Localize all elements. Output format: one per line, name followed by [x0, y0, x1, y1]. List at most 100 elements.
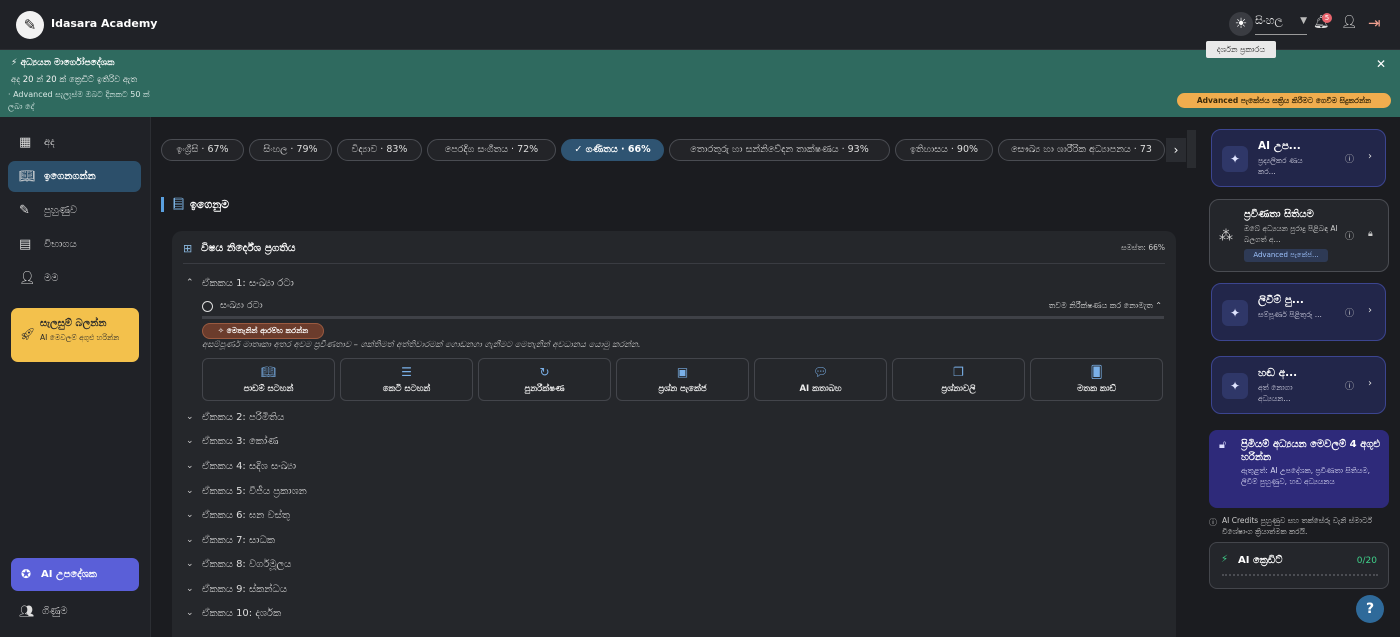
syllabus-progress-panel: ⊞ විෂය නිර්දේශ ප්‍රගතිය සමස්ත: 66% ⌃ ඒකක…	[172, 231, 1176, 637]
resource-ai-chat[interactable]: 💬︎ AI කතාබහ	[754, 358, 887, 401]
chevron-right-icon: ›	[1368, 151, 1372, 162]
sidebar-item-today[interactable]: ▦ අද	[8, 127, 141, 158]
lock-icon: 🔒︎	[1368, 229, 1373, 239]
open-book-icon: 📖︎	[260, 365, 277, 379]
tab-science[interactable]: විද්‍යාව · 83%	[337, 139, 422, 161]
theme-toggle-button[interactable]: ☀	[1229, 12, 1253, 36]
chevron-down-icon: ⌄	[186, 412, 194, 422]
chevron-down-icon: ⌄	[186, 584, 194, 594]
sidebar-item-practice[interactable]: ✎ පුහුණුව	[8, 195, 141, 226]
help-icon[interactable]: ?	[1356, 595, 1384, 623]
subject-tabs: ඉංග්‍රීසි · 67% සිංහල · 79% විද්‍යාව · 8…	[151, 130, 1196, 168]
heading-accent	[161, 197, 164, 212]
resource-question-packs[interactable]: ▣ ප්‍රශ්න පැකේජ	[616, 358, 749, 401]
topic-row[interactable]: සංඛ්‍යා රටා තවම නිරීක්ෂණය කර නොමැත ⌃	[202, 300, 1162, 316]
top-bar: ✎ Idasara Academy ☀ සිංහල ▼ 🔔︎ 5 👤︎ ⇥	[0, 0, 1400, 50]
brand-name: Idasara Academy	[51, 17, 158, 30]
credits-meter	[1222, 574, 1378, 577]
writing-practice-card[interactable]: ✦ ලිවීම් පු... සම්පූර්ණ පිළිතුරු ... ⓘ ›	[1211, 283, 1386, 341]
user-icon[interactable]: 👤︎	[1341, 15, 1358, 30]
sidebar-item-learn[interactable]: 📖︎ ඉගෙනගන්න	[8, 161, 141, 192]
sparkle-icon: ✦	[1222, 300, 1248, 326]
pencil-icon: ✎	[19, 203, 30, 218]
topic-progress-bar	[202, 316, 1164, 319]
language-select[interactable]: සිංහල ▼	[1255, 14, 1307, 35]
info-icon[interactable]: ⓘ	[1345, 379, 1354, 392]
check-icon: ✓	[574, 144, 586, 155]
accounts-icon: 👥︎	[19, 604, 35, 618]
tabs-next-button[interactable]: ›	[1166, 138, 1186, 162]
advanced-upgrade-button[interactable]: Advanced පැකේජය සක්‍රිය කිරීමට ගෙවීම සිද…	[1177, 93, 1391, 108]
start-here-button[interactable]: ✧ මෙතැනින් ආරම්භ කරන්න	[202, 323, 324, 339]
info-icon[interactable]: ⓘ	[1345, 152, 1354, 165]
robot-icon: ✪	[21, 567, 32, 581]
notification-badge: 5	[1322, 13, 1332, 23]
tab-history[interactable]: ඉතිහාසය · 90%	[895, 139, 993, 161]
language-value: සිංහල	[1255, 14, 1283, 27]
archive-icon: ▣	[676, 365, 689, 379]
logout-icon[interactable]: ⇥	[1368, 14, 1381, 32]
short-notes-icon: ☰	[401, 365, 412, 379]
tab-mathematics[interactable]: ✓ ගණිතය · 66%	[561, 139, 664, 161]
topic-status-radio[interactable]	[202, 301, 213, 312]
banner-advanced-note: · Advanced සැලැස්ම ඔබට දිනකට 50 ක් ලබා ද…	[8, 90, 150, 111]
resource-revision[interactable]: ↻ පුනරීක්ෂණ	[478, 358, 611, 401]
chevron-down-icon: ▼	[1300, 16, 1307, 26]
bolt-icon: ⚡	[1221, 554, 1229, 565]
tab-sinhala[interactable]: සිංහල · 79%	[249, 139, 332, 161]
info-icon[interactable]: ⓘ	[1345, 229, 1354, 242]
tab-english[interactable]: ඉංග්‍රීසි · 67%	[161, 139, 244, 161]
chevron-right-icon: ›	[1368, 305, 1372, 316]
lock-icon: 🔓︎	[1219, 438, 1227, 451]
ai-advisor-button[interactable]: ✪ AI උපදේශක	[11, 558, 139, 591]
ai-advisor-card[interactable]: ✦ AI උප... ප්‍රද්‍යලිකර ණය කර... ⓘ ›	[1211, 129, 1386, 187]
chevron-down-icon: ⌄	[186, 486, 194, 496]
topic-status-toggle[interactable]: තවම නිරීක්ෂණය කර නොමැත ⌃	[1049, 301, 1162, 311]
resource-flashcards[interactable]: 🂠 මතක කාඩ්	[1030, 358, 1163, 401]
brand-logo-icon[interactable]: ✎	[16, 11, 44, 39]
advanced-tag: Advanced පැකේජ...	[1244, 249, 1328, 262]
view-plans-card[interactable]: 🚀︎ සැලසුම් බලන්න AI මෙවලම් අගුළු හරින්න	[11, 308, 139, 362]
study-guide-banner: ⚡ අධ්‍යයන මාර්ගෝපදේශක අද 20 න් 20 ක් ක්‍…	[0, 50, 1400, 117]
resource-short-notes[interactable]: ☰ කෙටි සටහන්	[340, 358, 473, 401]
panel-title: විෂය නිර්දේශ ප්‍රගතිය	[201, 242, 296, 254]
proficiency-map-card[interactable]: ⁂ ප්‍රවීණතා සිතියම ඔබේ අධ්‍යයන පුරාදු පි…	[1209, 199, 1389, 272]
unlock-premium-card[interactable]: 🔓︎ ප්‍රිමියම් අධ්‍යයන මෙවලම් 4 අගුළු හරි…	[1209, 430, 1389, 508]
voice-study-card[interactable]: ✦ හඬ අ... අත් නොගා අධ්‍යයන... ⓘ ›	[1211, 356, 1386, 414]
tabs-scrollbar[interactable]	[1187, 130, 1196, 168]
sidebar-item-accounts[interactable]: 👥︎ ගිණුම	[8, 597, 141, 625]
tab-health-pe[interactable]: සෞඛ්‍ය හා ශාරීරික අධ්‍යාපනය · 73	[998, 139, 1165, 161]
chevron-down-icon: ⌄	[186, 535, 194, 545]
book-icon: 📖︎	[19, 169, 36, 184]
calendar-icon: ▦	[19, 135, 32, 150]
divider	[183, 263, 1165, 264]
tab-ict[interactable]: තොරතුරු හා සන්නිවේදන තාක්ෂණය · 93%	[669, 139, 890, 161]
sparkle-icon: ✦	[1222, 373, 1248, 399]
overall-progress: සමස්ත: 66%	[1121, 243, 1165, 252]
hierarchy-icon: ⊞	[183, 242, 193, 255]
resource-lesson-notes[interactable]: 📖︎ පාඩම් සටහන්	[202, 358, 335, 401]
resource-quizzes[interactable]: ❐ ප්‍රශ්නාවලි	[892, 358, 1025, 401]
banner-title: ⚡ අධ්‍යයන මාර්ගෝපදේශක	[11, 58, 115, 68]
chevron-up-icon: ⌃	[186, 278, 194, 288]
exam-icon: ▤	[19, 237, 32, 252]
sidebar-item-me[interactable]: 👤︎ මම	[8, 263, 141, 294]
book-icon: 📘︎	[171, 197, 187, 211]
chevron-down-icon: ⌄	[186, 608, 194, 618]
ai-credits-card: ⚡ AI ක්‍රෙඩිට් 0/20	[1209, 542, 1389, 589]
chevron-down-icon: ⌄	[186, 510, 194, 520]
sparkle-icon: ✦	[1222, 146, 1248, 172]
chevron-down-icon: ⌄	[186, 559, 194, 569]
flashcards-icon: 🂠	[1090, 365, 1103, 379]
tab-oriental-music[interactable]: පෙරදිග සංගීතය · 72%	[427, 139, 556, 161]
banner-credits: අද 20 න් 20 ක් ක්‍රෙඩිට් ඉතිරිව ඇත	[11, 75, 138, 85]
revision-icon: ↻	[539, 365, 550, 379]
chevron-down-icon: ⌄	[186, 436, 194, 446]
sidebar-item-exam[interactable]: ▤ විභාගය	[8, 229, 141, 260]
network-icon: ⁂	[1219, 228, 1233, 244]
close-icon[interactable]: ✕	[1376, 57, 1386, 71]
info-icon[interactable]: ⓘ	[1345, 306, 1354, 319]
info-icon: ⓘ	[1209, 518, 1217, 527]
rocket-icon: 🚀︎	[20, 327, 36, 341]
person-icon: 👤︎	[19, 271, 36, 286]
